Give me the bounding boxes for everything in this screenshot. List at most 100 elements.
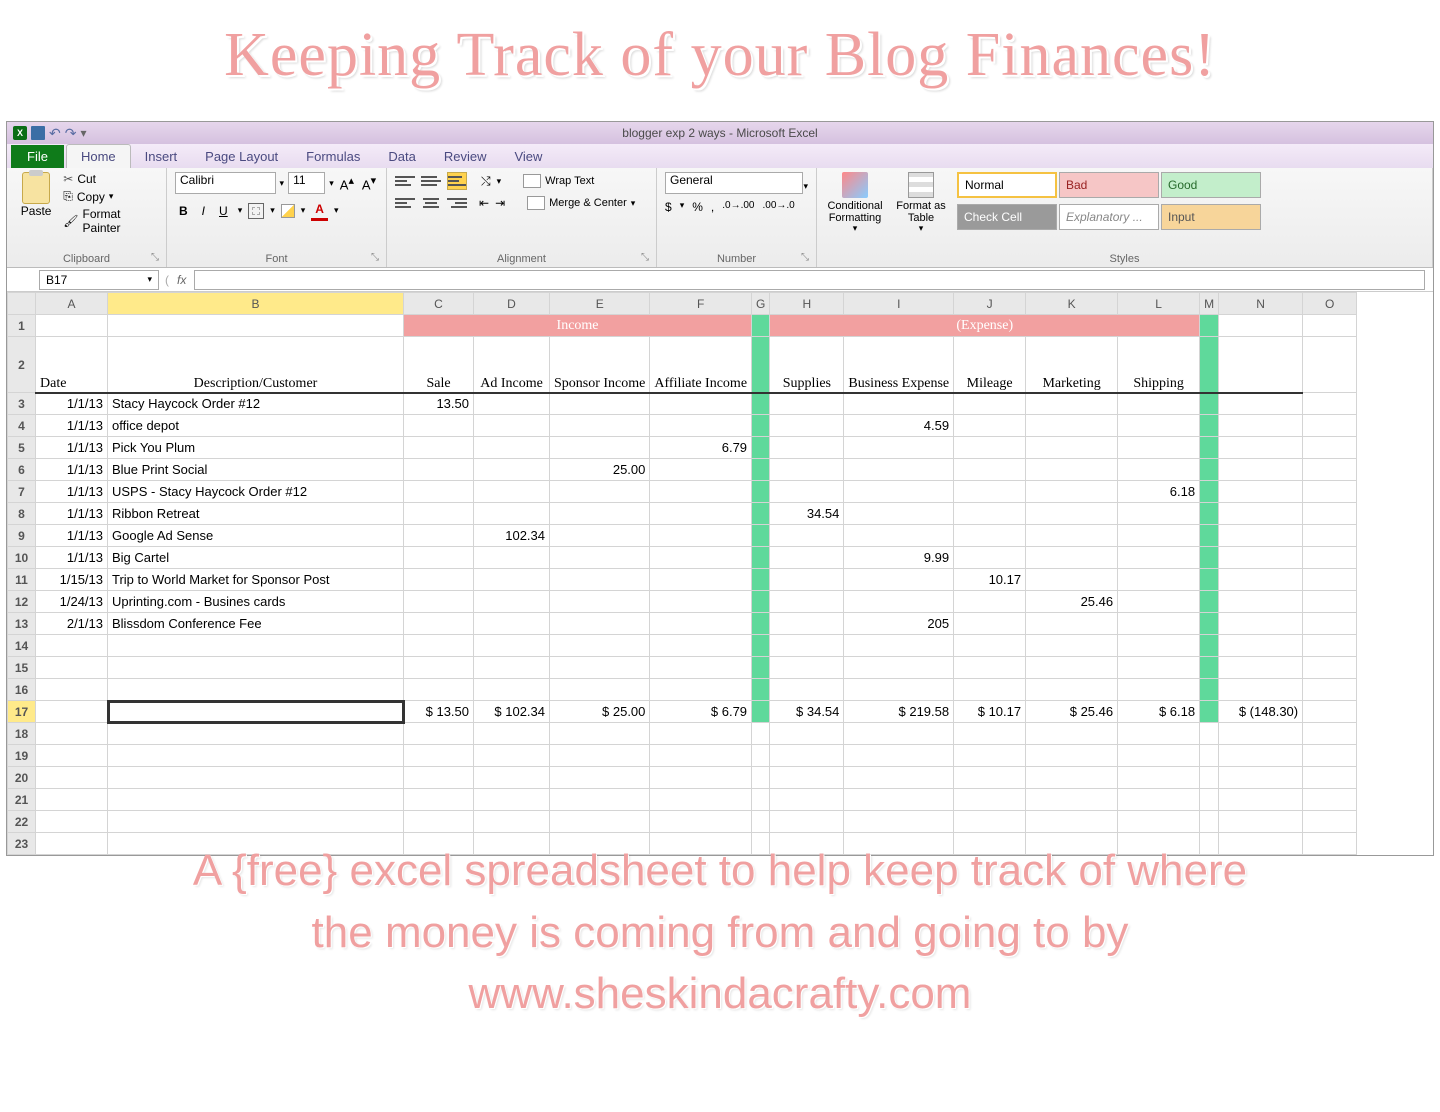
align-left-icon[interactable] <box>395 194 415 212</box>
tab-page-layout[interactable]: Page Layout <box>191 145 292 168</box>
chevron-down-icon[interactable]: ▾ <box>631 198 636 209</box>
row-header[interactable]: 19 <box>8 745 36 767</box>
wrap-text-button[interactable]: Wrap Text <box>519 172 598 190</box>
percent-icon[interactable]: % <box>692 200 703 214</box>
chevron-down-icon[interactable]: ▾ <box>280 178 285 189</box>
chevron-down-icon[interactable]: ▾ <box>497 176 502 187</box>
row-header[interactable]: 14 <box>8 635 36 657</box>
dialog-launcher-icon[interactable]: ⤡ <box>801 252 813 264</box>
row-header[interactable]: 10 <box>8 547 36 569</box>
dialog-launcher-icon[interactable]: ⤡ <box>151 252 163 264</box>
row-header[interactable]: 18 <box>8 723 36 745</box>
column-header[interactable]: H <box>770 293 844 315</box>
tab-review[interactable]: Review <box>430 145 501 168</box>
style-explanatory[interactable]: Explanatory ... <box>1059 204 1159 230</box>
column-header[interactable]: N <box>1219 293 1303 315</box>
border-icon[interactable] <box>248 203 264 219</box>
row-header[interactable]: 16 <box>8 679 36 701</box>
italic-button[interactable]: I <box>198 202 209 220</box>
style-good[interactable]: Good <box>1161 172 1261 198</box>
conditional-formatting-button[interactable]: Conditional Formatting▾ <box>825 172 885 234</box>
redo-icon[interactable]: ↷ <box>65 125 77 142</box>
paste-button[interactable]: Paste <box>15 172 57 235</box>
row-header[interactable]: 11 <box>8 569 36 591</box>
column-header[interactable]: C <box>404 293 474 315</box>
undo-icon[interactable]: ↶ <box>49 125 61 142</box>
column-header[interactable]: D <box>474 293 550 315</box>
column-header[interactable]: E <box>550 293 650 315</box>
active-cell[interactable] <box>108 701 404 723</box>
row-header[interactable]: 1 <box>8 315 36 337</box>
column-header[interactable]: I <box>844 293 954 315</box>
orientation-icon[interactable]: ⤭ <box>481 174 491 189</box>
comma-icon[interactable]: , <box>711 200 714 214</box>
chevron-down-icon[interactable]: ▾ <box>329 178 334 189</box>
chevron-down-icon[interactable]: ▾ <box>301 205 306 216</box>
grow-font-icon[interactable]: A▴ <box>338 174 356 192</box>
row-header[interactable]: 9 <box>8 525 36 547</box>
row-header[interactable]: 21 <box>8 789 36 811</box>
underline-button[interactable]: U <box>215 202 232 220</box>
column-header[interactable]: B <box>108 293 404 315</box>
formula-bar[interactable] <box>194 270 1425 290</box>
qat-dropdown-icon[interactable]: ▾ <box>80 126 86 140</box>
column-header[interactable]: A <box>36 293 108 315</box>
worksheet[interactable]: ABCDEFGHIJKLMNO1Income(Expense)2DateDesc… <box>7 292 1433 855</box>
dialog-launcher-icon[interactable]: ⤡ <box>371 252 383 264</box>
save-icon[interactable] <box>31 126 45 140</box>
format-as-table-button[interactable]: Format as Table▾ <box>891 172 951 234</box>
align-right-icon[interactable] <box>447 194 467 212</box>
decrease-decimal-icon[interactable]: .00→.0 <box>762 200 794 214</box>
font-name-select[interactable]: Calibri <box>175 172 276 194</box>
column-header[interactable]: K <box>1026 293 1118 315</box>
align-top-icon[interactable] <box>395 172 415 190</box>
format-painter-button[interactable]: 🖌Format Painter <box>63 207 158 235</box>
row-header[interactable]: 15 <box>8 657 36 679</box>
align-bottom-icon[interactable] <box>447 172 467 190</box>
row-header[interactable]: 5 <box>8 437 36 459</box>
column-header[interactable]: F <box>650 293 752 315</box>
number-format-select[interactable]: General <box>665 172 803 194</box>
style-input[interactable]: Input <box>1161 204 1261 230</box>
chevron-down-icon[interactable]: ▾ <box>238 205 243 216</box>
row-header[interactable]: 8 <box>8 503 36 525</box>
merge-center-button[interactable]: Merge & Center▾ <box>523 194 639 212</box>
row-header[interactable]: 3 <box>8 393 36 415</box>
chevron-down-icon[interactable]: ▾ <box>853 224 858 234</box>
currency-icon[interactable]: $ <box>665 200 672 214</box>
fx-icon[interactable]: fx <box>177 273 186 287</box>
style-normal[interactable]: Normal <box>957 172 1057 198</box>
cut-button[interactable]: ✂Cut <box>63 172 158 186</box>
row-header[interactable]: 13 <box>8 613 36 635</box>
align-center-icon[interactable] <box>421 194 441 212</box>
bold-button[interactable]: B <box>175 202 192 220</box>
chevron-down-icon[interactable]: ▾ <box>147 274 152 285</box>
tab-file[interactable]: File <box>11 145 64 168</box>
dialog-launcher-icon[interactable]: ⤡ <box>641 252 653 264</box>
chevron-down-icon[interactable]: ▾ <box>109 191 114 202</box>
fill-color-icon[interactable] <box>281 204 295 218</box>
column-header[interactable]: O <box>1303 293 1357 315</box>
select-all-corner[interactable] <box>8 293 36 315</box>
increase-indent-icon[interactable]: ⇥ <box>495 196 505 210</box>
row-header[interactable]: 6 <box>8 459 36 481</box>
style-check-cell[interactable]: Check Cell <box>957 204 1057 230</box>
chevron-down-icon[interactable]: ▾ <box>680 200 685 214</box>
decrease-indent-icon[interactable]: ⇤ <box>479 196 489 210</box>
row-header[interactable]: 12 <box>8 591 36 613</box>
row-header[interactable]: 7 <box>8 481 36 503</box>
tab-insert[interactable]: Insert <box>131 145 192 168</box>
column-header[interactable]: J <box>954 293 1026 315</box>
chevron-down-icon[interactable]: ▾ <box>919 224 924 234</box>
tab-formulas[interactable]: Formulas <box>292 145 374 168</box>
shrink-font-icon[interactable]: A▾ <box>360 174 378 192</box>
tab-view[interactable]: View <box>500 145 556 168</box>
tab-data[interactable]: Data <box>374 145 429 168</box>
row-header[interactable]: 2 <box>8 337 36 393</box>
column-header[interactable]: G <box>752 293 770 315</box>
copy-button[interactable]: ⎘Copy▾ <box>63 189 158 204</box>
row-header[interactable]: 17 <box>8 701 36 723</box>
chevron-down-icon[interactable]: ▾ <box>270 205 275 216</box>
row-header[interactable]: 20 <box>8 767 36 789</box>
chevron-down-icon[interactable]: ▾ <box>334 205 339 216</box>
